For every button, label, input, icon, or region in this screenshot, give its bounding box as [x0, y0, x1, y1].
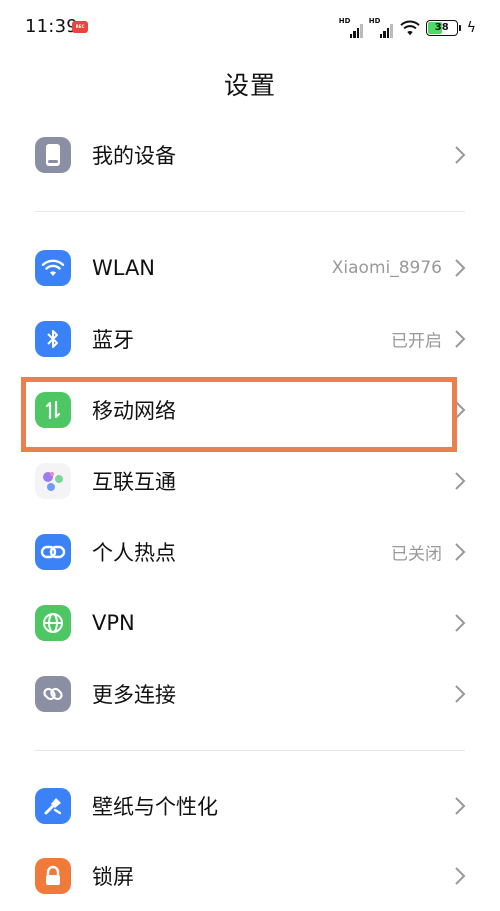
hotspot-status: 已关闭 — [391, 544, 442, 565]
chevron-right-icon — [455, 685, 466, 703]
hotspot-link-icon — [35, 534, 71, 570]
settings-item-interconnect[interactable]: 互联互通 — [0, 446, 500, 516]
item-label: 锁屏 — [92, 865, 134, 889]
item-label: 蓝牙 — [92, 328, 134, 352]
chevron-right-icon — [455, 867, 466, 885]
dots-icon — [35, 463, 71, 499]
charging-icon: ϟ — [466, 20, 476, 36]
chevron-right-icon — [455, 472, 466, 490]
chevron-right-icon — [455, 543, 466, 561]
item-label: WLAN — [92, 256, 156, 280]
item-label: 我的设备 — [92, 144, 176, 168]
bluetooth-icon — [35, 321, 71, 357]
link-icon — [35, 676, 71, 712]
settings-item-hotspot[interactable]: 个人热点 已关闭 — [0, 517, 500, 587]
wifi-icon — [35, 250, 71, 286]
settings-item-vpn[interactable]: VPN — [0, 588, 500, 658]
item-label: 个人热点 — [92, 541, 176, 565]
signal-icon: HD — [368, 17, 394, 38]
settings-item-bluetooth[interactable]: 蓝牙 已开启 — [0, 304, 500, 374]
chevron-right-icon — [455, 146, 466, 164]
bluetooth-status: 已开启 — [391, 331, 442, 352]
phone-icon — [35, 137, 71, 173]
status-bar: 11:39 REC HD HD 38 ϟ — [0, 0, 500, 56]
chevron-right-icon — [455, 259, 466, 277]
battery-icon: 38 — [425, 20, 461, 36]
status-time: 11:39 — [25, 16, 78, 37]
signal-hd-label: HD — [338, 17, 351, 25]
wifi-status-icon — [400, 20, 420, 36]
chevron-right-icon — [455, 330, 466, 348]
signal-icon: HD — [338, 17, 364, 38]
status-icons: HD HD 38 ϟ — [339, 17, 476, 39]
brush-icon — [35, 788, 71, 824]
item-label: 互联互通 — [92, 470, 176, 494]
section-divider — [35, 750, 465, 751]
screen-record-badge: REC — [72, 21, 88, 33]
settings-item-wlan[interactable]: WLAN Xiaomi_8976 — [0, 233, 500, 303]
battery-level: 38 — [434, 22, 449, 33]
settings-item-my-device[interactable]: 我的设备 — [0, 120, 500, 190]
settings-item-lockscreen[interactable]: 锁屏 — [0, 841, 500, 911]
chevron-right-icon — [455, 614, 466, 632]
settings-item-wallpaper[interactable]: 壁纸与个性化 — [0, 771, 500, 841]
globe-icon — [35, 605, 71, 641]
wlan-network-name: Xiaomi_8976 — [331, 258, 442, 278]
page-title: 设置 — [223, 71, 276, 100]
section-divider — [35, 211, 465, 212]
highlight-box — [21, 377, 457, 452]
lock-icon — [35, 858, 71, 894]
item-label: VPN — [92, 611, 135, 635]
settings-item-more-connections[interactable]: 更多连接 — [0, 659, 500, 729]
signal-hd-label: HD — [368, 17, 381, 25]
item-label: 壁纸与个性化 — [92, 795, 218, 819]
item-label: 更多连接 — [92, 683, 176, 707]
chevron-right-icon — [455, 797, 466, 815]
